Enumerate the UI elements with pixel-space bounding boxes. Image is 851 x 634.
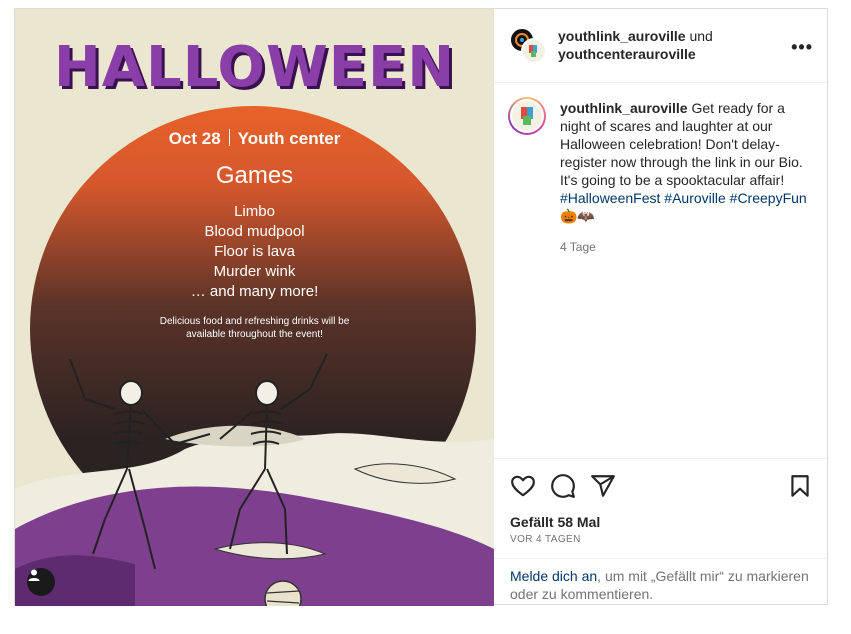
author-link[interactable]: youthlink_auroville <box>558 28 686 44</box>
save-button[interactable] <box>787 473 813 499</box>
login-prompt: Melde dich an, um mit „Gefällt mir“ zu m… <box>494 558 827 607</box>
post-authors: youthlink_auroville und youthcenteraurov… <box>558 27 778 63</box>
caption-timestamp[interactable]: 4 Tage <box>560 240 596 254</box>
game-item: Limbo <box>234 203 275 220</box>
login-text: Melde dich an, um mit „Gefällt mir“ zu m… <box>510 567 810 603</box>
share-icon <box>591 475 615 497</box>
game-item: Blood mudpool <box>204 223 305 240</box>
hashtag-link[interactable]: #HalloweenFest <box>560 190 660 206</box>
games-list: Limbo Blood mudpool Floor is lava Murder… <box>15 202 494 302</box>
instagram-post: HALLOWEEN Oct 28 Youth center Games Limbo… <box>14 8 828 606</box>
post-date[interactable]: VOR 4 TAGEN <box>510 534 581 545</box>
games-heading: Games <box>215 162 294 189</box>
logo-icon <box>529 45 537 57</box>
logo-icon <box>512 101 542 131</box>
poster-dateline: Oct 28 Youth center <box>15 129 494 149</box>
tagged-users-button[interactable] <box>27 568 55 596</box>
heart-icon <box>511 475 535 497</box>
caption-username[interactable]: youthlink_auroville <box>560 100 688 116</box>
caption-emoji: 🎃🦇 <box>560 208 595 224</box>
poster-venue: Youth center <box>237 129 341 148</box>
hashtag-link[interactable]: #CreepyFun <box>730 190 807 206</box>
caption-text: youthlink_auroville Get ready for a nigh… <box>560 99 814 225</box>
poster-divider <box>228 129 230 146</box>
like-button[interactable] <box>510 473 536 499</box>
post-caption: youthlink_auroville Get ready for a nigh… <box>494 83 827 459</box>
poster-note-line: Delicious food and refreshing drinks wil… <box>159 316 350 327</box>
author-link[interactable]: youthcenterauroville <box>558 46 696 62</box>
comment-button[interactable] <box>550 473 576 499</box>
game-item: Murder wink <box>213 263 296 280</box>
more-options-button[interactable]: ••• <box>791 37 813 58</box>
game-item: … and many more! <box>190 283 319 300</box>
user-icon <box>28 569 40 581</box>
hashtag-link[interactable]: #Auroville <box>664 190 725 206</box>
caption-avatar[interactable] <box>508 97 546 135</box>
comment-icon <box>551 474 575 498</box>
bookmark-icon <box>791 475 809 497</box>
more-horizontal-icon: ••• <box>791 37 813 57</box>
poster-note: Delicious food and refreshing drinks wil… <box>15 315 494 341</box>
like-count[interactable]: Gefällt 58 Mal <box>510 514 600 530</box>
post-sidebar: youthlink_auroville und youthcenteraurov… <box>494 9 827 606</box>
avatar[interactable] <box>521 38 547 64</box>
share-button[interactable] <box>590 473 616 499</box>
login-link[interactable]: Melde dich an <box>510 568 597 584</box>
poster-title: HALLOWEEN <box>53 35 456 100</box>
poster-date: Oct 28 <box>168 129 221 148</box>
game-item: Floor is lava <box>214 243 295 260</box>
post-image[interactable]: HALLOWEEN Oct 28 Youth center Games Limbo… <box>15 9 494 606</box>
poster-note-line: available throughout the event! <box>186 329 323 340</box>
action-bar: Gefällt 58 Mal VOR 4 TAGEN <box>494 458 827 559</box>
collab-avatars[interactable] <box>509 27 549 65</box>
post-header: youthlink_auroville und youthcenteraurov… <box>494 9 827 83</box>
authors-connector: und <box>689 28 713 44</box>
